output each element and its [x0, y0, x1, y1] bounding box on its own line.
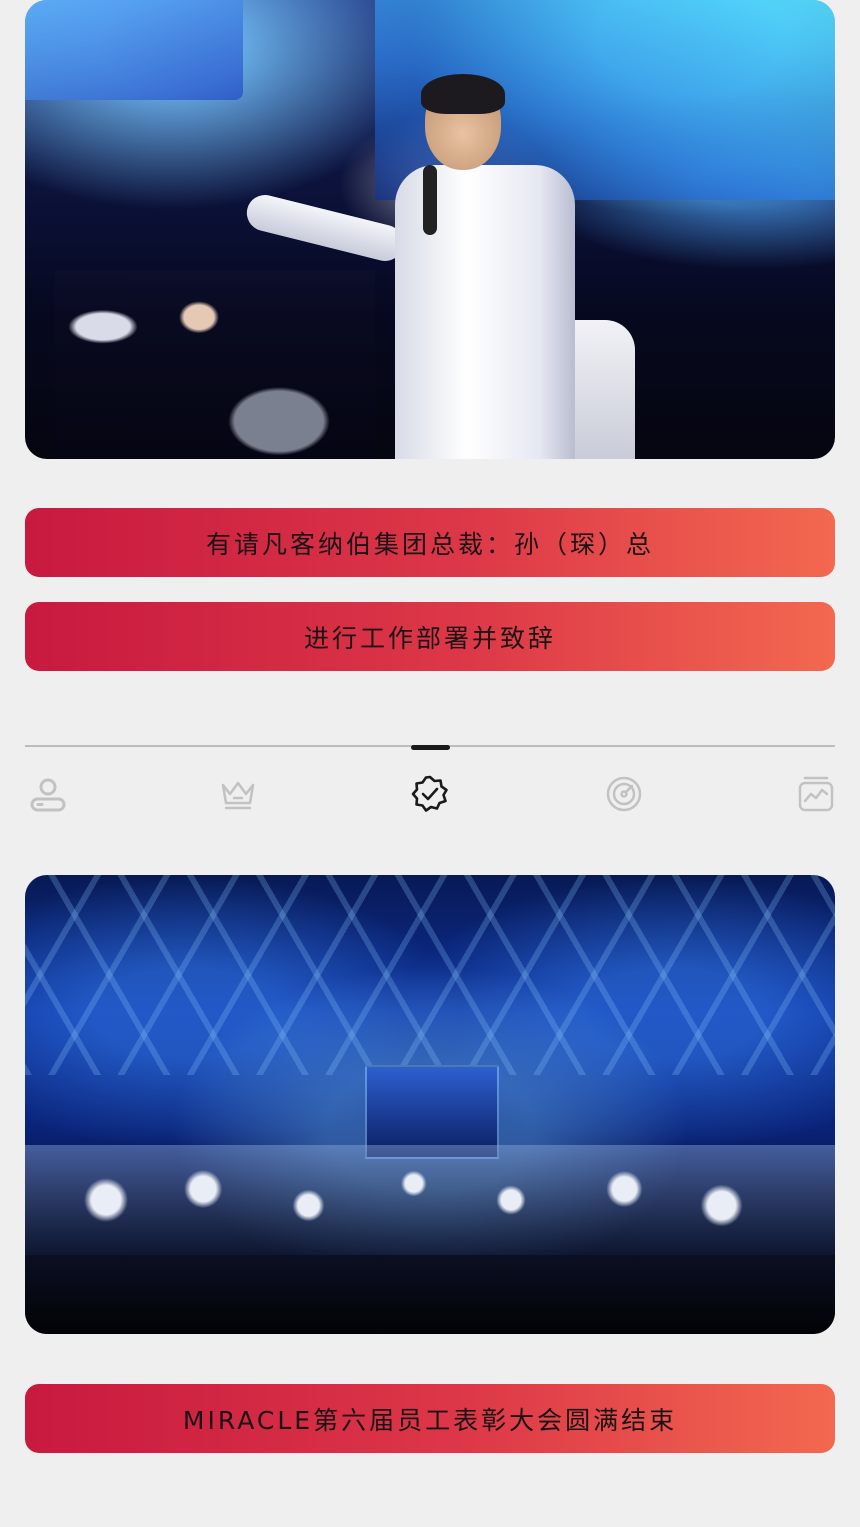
- invite-banner-text: 有请凡客纳伯集团总裁：孙（琛）总: [205, 529, 654, 559]
- speaker-figure: [243, 70, 575, 459]
- venue-floor: [25, 1255, 835, 1334]
- tab-chart[interactable]: [793, 771, 839, 817]
- tab-gauge[interactable]: [601, 771, 647, 817]
- stage-screen-left: [25, 0, 243, 100]
- closing-banner: MIRACLE第六届员工表彰大会圆满结束: [25, 1384, 835, 1453]
- venue-photo: [25, 875, 835, 1334]
- user-icon: [30, 778, 66, 812]
- page: 有请凡客纳伯集团总裁：孙（琛）总 进行工作部署并致辞 MIRACLE第六届员工表…: [0, 0, 860, 1527]
- closing-banner-text: MIRACLE第六届员工表彰大会圆满结束: [182, 1405, 678, 1435]
- venue-ceiling-lights: [25, 875, 835, 1075]
- tab-badge[interactable]: [407, 771, 453, 817]
- tab-bar: [25, 771, 835, 817]
- audience-group: [55, 270, 375, 459]
- speech-banner: 进行工作部署并致辞: [25, 602, 835, 671]
- venue-crowd: [25, 1145, 835, 1255]
- tab-crown[interactable]: [215, 771, 261, 817]
- crown-icon: [221, 781, 255, 810]
- speech-banner-text: 进行工作部署并致辞: [303, 623, 556, 653]
- speaker-photo: [25, 0, 835, 459]
- tab-user[interactable]: [25, 771, 71, 817]
- badge-check-icon: [411, 775, 448, 812]
- chart-icon: [798, 776, 834, 812]
- invite-banner: 有请凡客纳伯集团总裁：孙（琛）总: [25, 508, 835, 577]
- tab-active-indicator: [411, 745, 450, 750]
- gauge-icon: [606, 776, 642, 812]
